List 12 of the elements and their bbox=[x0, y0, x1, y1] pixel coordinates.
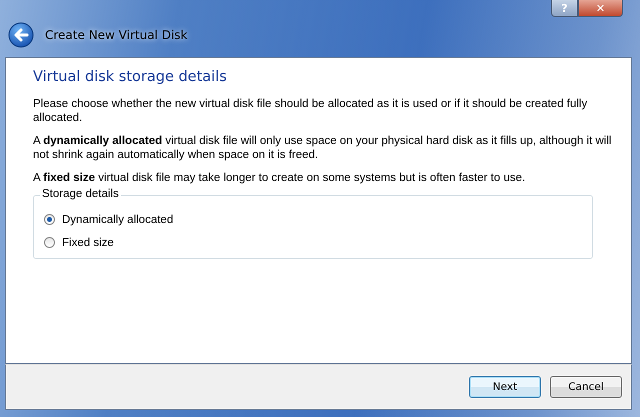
radio-button[interactable] bbox=[44, 237, 55, 248]
radio-label[interactable]: Dynamically allocated bbox=[62, 214, 174, 226]
radio-label[interactable]: Fixed size bbox=[62, 236, 114, 248]
description-text: A fixed size virtual disk file may take longer to create on some systems but is often faster to use. bbox=[33, 171, 526, 185]
radio-button[interactable] bbox=[44, 214, 55, 225]
window-title: Create New Virtual Disk bbox=[45, 28, 188, 42]
page-heading: Virtual disk storage details bbox=[33, 69, 228, 85]
group-title: Storage details bbox=[40, 188, 121, 200]
description-text: Please choose whether the new virtual disk file should be allocated as it is used or if it should be created fully allocated. bbox=[33, 97, 588, 125]
dialog-button[interactable]: Next bbox=[469, 376, 541, 398]
dialog-button[interactable]: Cancel bbox=[550, 376, 622, 398]
description-text: A dynamically allocated virtual disk file will only use space on your physical hard disk as it fills up, although it will not shrink again automatically when space on it is freed. bbox=[33, 134, 612, 162]
